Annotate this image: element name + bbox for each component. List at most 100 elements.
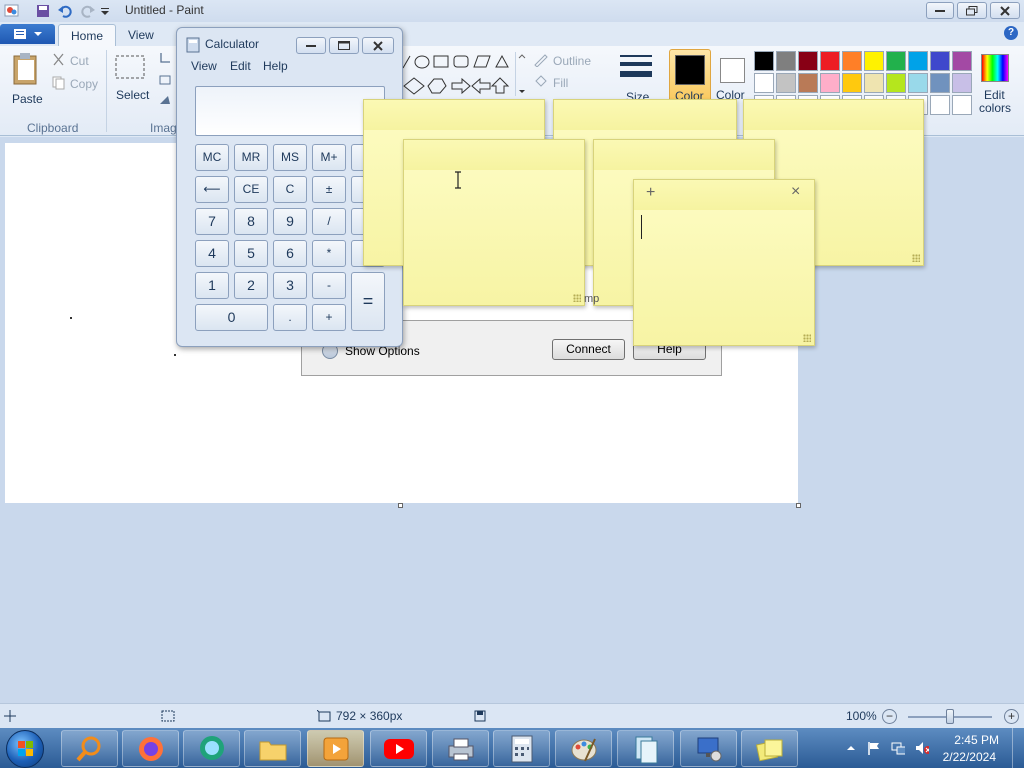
taskbar-media-player[interactable] (307, 730, 364, 767)
calculator-maximize-button[interactable] (329, 37, 359, 54)
zoom-out-button[interactable]: − (882, 709, 897, 724)
palette-swatch[interactable] (952, 73, 972, 93)
restore-button[interactable] (957, 2, 987, 19)
copy-button[interactable]: Copy (52, 76, 102, 92)
palette-swatch[interactable] (908, 73, 928, 93)
fill-dropdown[interactable]: Fill (533, 75, 593, 91)
resize-grip-icon[interactable] (573, 294, 581, 302)
zoom-slider-thumb[interactable] (946, 709, 954, 724)
show-desktop-button[interactable] (1012, 728, 1024, 768)
clock-date[interactable]: 2/22/2024 (943, 750, 996, 764)
sticky-note-header[interactable] (634, 180, 814, 210)
save-icon[interactable] (35, 3, 51, 19)
action-center-flag-icon[interactable] (867, 741, 881, 755)
calc-digit-1-button[interactable]: 1 (195, 272, 229, 299)
calc-decimal-button[interactable]: . (273, 304, 307, 331)
shapes-scroll[interactable] (515, 52, 527, 96)
clock-time[interactable]: 2:45 PM (954, 733, 999, 747)
palette-swatch[interactable] (754, 51, 774, 71)
palette-swatch[interactable] (776, 51, 796, 71)
calc-negate-button[interactable]: ± (312, 176, 346, 203)
calc-digit-7-button[interactable]: 7 (195, 208, 229, 235)
volume-muted-icon[interactable] (915, 741, 929, 755)
image-tools-icons[interactable] (158, 52, 172, 112)
zoom-in-button[interactable]: + (1004, 709, 1019, 724)
calc-backspace-button[interactable]: ⟵ (195, 176, 229, 203)
taskbar-remote-desktop[interactable] (680, 730, 737, 767)
taskbar-firefox[interactable] (122, 730, 179, 767)
tab-home[interactable]: Home (58, 24, 117, 46)
taskbar-file-explorer[interactable] (244, 730, 301, 767)
undo-icon[interactable] (57, 3, 73, 19)
palette-swatch[interactable] (908, 51, 928, 71)
shapes-gallery[interactable] (400, 54, 515, 104)
network-icon[interactable] (891, 741, 905, 755)
select-button[interactable]: Select (112, 52, 150, 114)
connect-button[interactable]: Connect (552, 339, 625, 360)
calc-digit-5-button[interactable]: 5 (234, 240, 268, 267)
resize-handle-corner[interactable] (796, 503, 801, 508)
close-note-button[interactable]: × (791, 183, 800, 201)
sticky-note-header[interactable] (554, 100, 736, 130)
paint-menu-button[interactable] (0, 24, 55, 44)
calc-digit-4-button[interactable]: 4 (195, 240, 229, 267)
calc-subtract-button[interactable]: - (312, 272, 346, 299)
customize-toolbar-chevron-icon[interactable] (100, 3, 116, 19)
palette-swatch-custom[interactable] (930, 95, 950, 115)
calc-memory-recall-button[interactable]: MR (234, 144, 268, 171)
show-hidden-icons-chevron-icon[interactable] (845, 741, 859, 755)
palette-swatch[interactable] (754, 73, 774, 93)
palette-swatch[interactable] (820, 51, 840, 71)
calc-digit-9-button[interactable]: 9 (273, 208, 307, 235)
color1-button[interactable]: Color (669, 49, 711, 103)
palette-swatch[interactable] (952, 51, 972, 71)
palette-swatch[interactable] (820, 73, 840, 93)
sticky-note[interactable] (403, 139, 585, 306)
calc-digit-2-button[interactable]: 2 (234, 272, 268, 299)
calc-add-button[interactable]: + (312, 304, 346, 331)
calc-memory-clear-button[interactable]: MC (195, 144, 229, 171)
sticky-note-header[interactable] (404, 140, 584, 170)
palette-swatch[interactable] (842, 73, 862, 93)
taskbar-youtube[interactable] (370, 730, 427, 767)
tab-view[interactable]: View (116, 24, 166, 46)
resize-grip-icon[interactable] (912, 254, 920, 262)
resize-grip-icon[interactable] (803, 334, 811, 342)
size-button[interactable]: Size (616, 52, 658, 104)
calculator-close-button[interactable] (362, 37, 394, 54)
resize-handle-bottom[interactable] (398, 503, 403, 508)
calc-menu-view[interactable]: View (191, 59, 217, 73)
taskbar-file-transfer[interactable] (617, 730, 674, 767)
sticky-note-header[interactable] (594, 140, 774, 170)
palette-swatch[interactable] (798, 51, 818, 71)
calc-digit-0-button[interactable]: 0 (195, 304, 268, 331)
calc-digit-8-button[interactable]: 8 (234, 208, 268, 235)
palette-swatch[interactable] (864, 51, 884, 71)
palette-swatch[interactable] (886, 51, 906, 71)
help-icon[interactable]: ? (1004, 26, 1018, 40)
sticky-note-header[interactable] (744, 100, 923, 130)
palette-swatch[interactable] (798, 73, 818, 93)
sticky-note-active[interactable]: + × (633, 179, 815, 346)
calc-divide-button[interactable]: / (312, 208, 346, 235)
start-button[interactable] (6, 730, 44, 768)
palette-swatch[interactable] (864, 73, 884, 93)
palette-swatch[interactable] (842, 51, 862, 71)
new-note-button[interactable]: + (646, 184, 655, 202)
redo-icon[interactable] (80, 3, 96, 19)
minimize-button[interactable] (926, 2, 954, 19)
calc-memory-store-button[interactable]: MS (273, 144, 307, 171)
palette-swatch[interactable] (930, 73, 950, 93)
outline-dropdown[interactable]: Outline (533, 53, 608, 69)
sticky-note-text-area[interactable] (638, 210, 810, 340)
sticky-note-header[interactable] (364, 100, 544, 130)
taskbar-search[interactable] (61, 730, 118, 767)
calc-digit-3-button[interactable]: 3 (273, 272, 307, 299)
palette-swatch[interactable] (886, 73, 906, 93)
palette-swatch-custom[interactable] (952, 95, 972, 115)
calc-clear-entry-button[interactable]: CE (234, 176, 268, 203)
taskbar-calculator[interactable] (493, 730, 550, 767)
taskbar-printer[interactable] (432, 730, 489, 767)
calc-multiply-button[interactable]: * (312, 240, 346, 267)
cut-button[interactable]: Cut (52, 53, 102, 69)
